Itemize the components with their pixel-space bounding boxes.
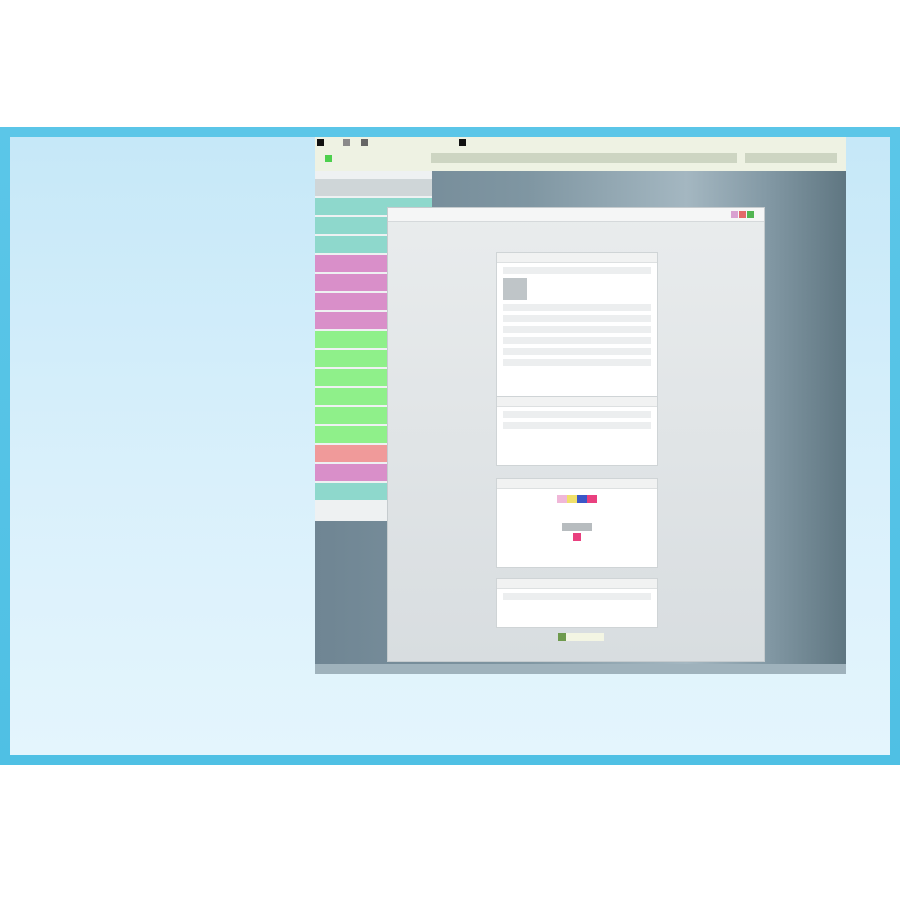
minimize-icon — [731, 211, 738, 218]
panel-marker — [573, 533, 581, 541]
slide — [0, 127, 900, 765]
sidebar-item[interactable] — [315, 179, 432, 196]
screenshot-window — [387, 207, 765, 662]
address-bar — [431, 153, 737, 163]
panel-line — [503, 411, 651, 418]
document-panel — [496, 396, 658, 466]
panel-header — [497, 479, 657, 489]
panel-line — [503, 304, 651, 311]
panel-header — [497, 579, 657, 589]
panel-line — [503, 359, 651, 366]
document-panel — [496, 578, 658, 628]
panel-line — [503, 267, 651, 274]
panel-line — [562, 523, 592, 531]
status-chip — [558, 633, 604, 641]
panel-header — [497, 253, 657, 263]
panel-line — [503, 337, 651, 344]
panel-header — [497, 397, 657, 407]
screenshot-bottom-bar — [315, 664, 846, 674]
window-titlebar — [388, 208, 764, 222]
panel-image — [503, 278, 527, 300]
screenshot-toolbar — [315, 137, 846, 171]
toolbar-icon — [317, 139, 324, 146]
toolbar-icon — [343, 139, 350, 146]
maximize-icon — [739, 211, 746, 218]
panel-line — [503, 326, 651, 333]
close-icon — [747, 211, 754, 218]
toolbar-icon — [361, 139, 368, 146]
panel-line — [503, 348, 651, 355]
document-panel — [496, 478, 658, 568]
panel-line — [503, 593, 651, 600]
panel-line — [503, 315, 651, 322]
toolbar-icon — [459, 139, 466, 146]
search-bar — [745, 153, 837, 163]
color-swatches — [557, 495, 597, 503]
panel-line — [503, 422, 651, 429]
screenshot-image — [315, 137, 846, 674]
slide-content — [10, 137, 890, 755]
toolbar-icon — [325, 155, 332, 162]
